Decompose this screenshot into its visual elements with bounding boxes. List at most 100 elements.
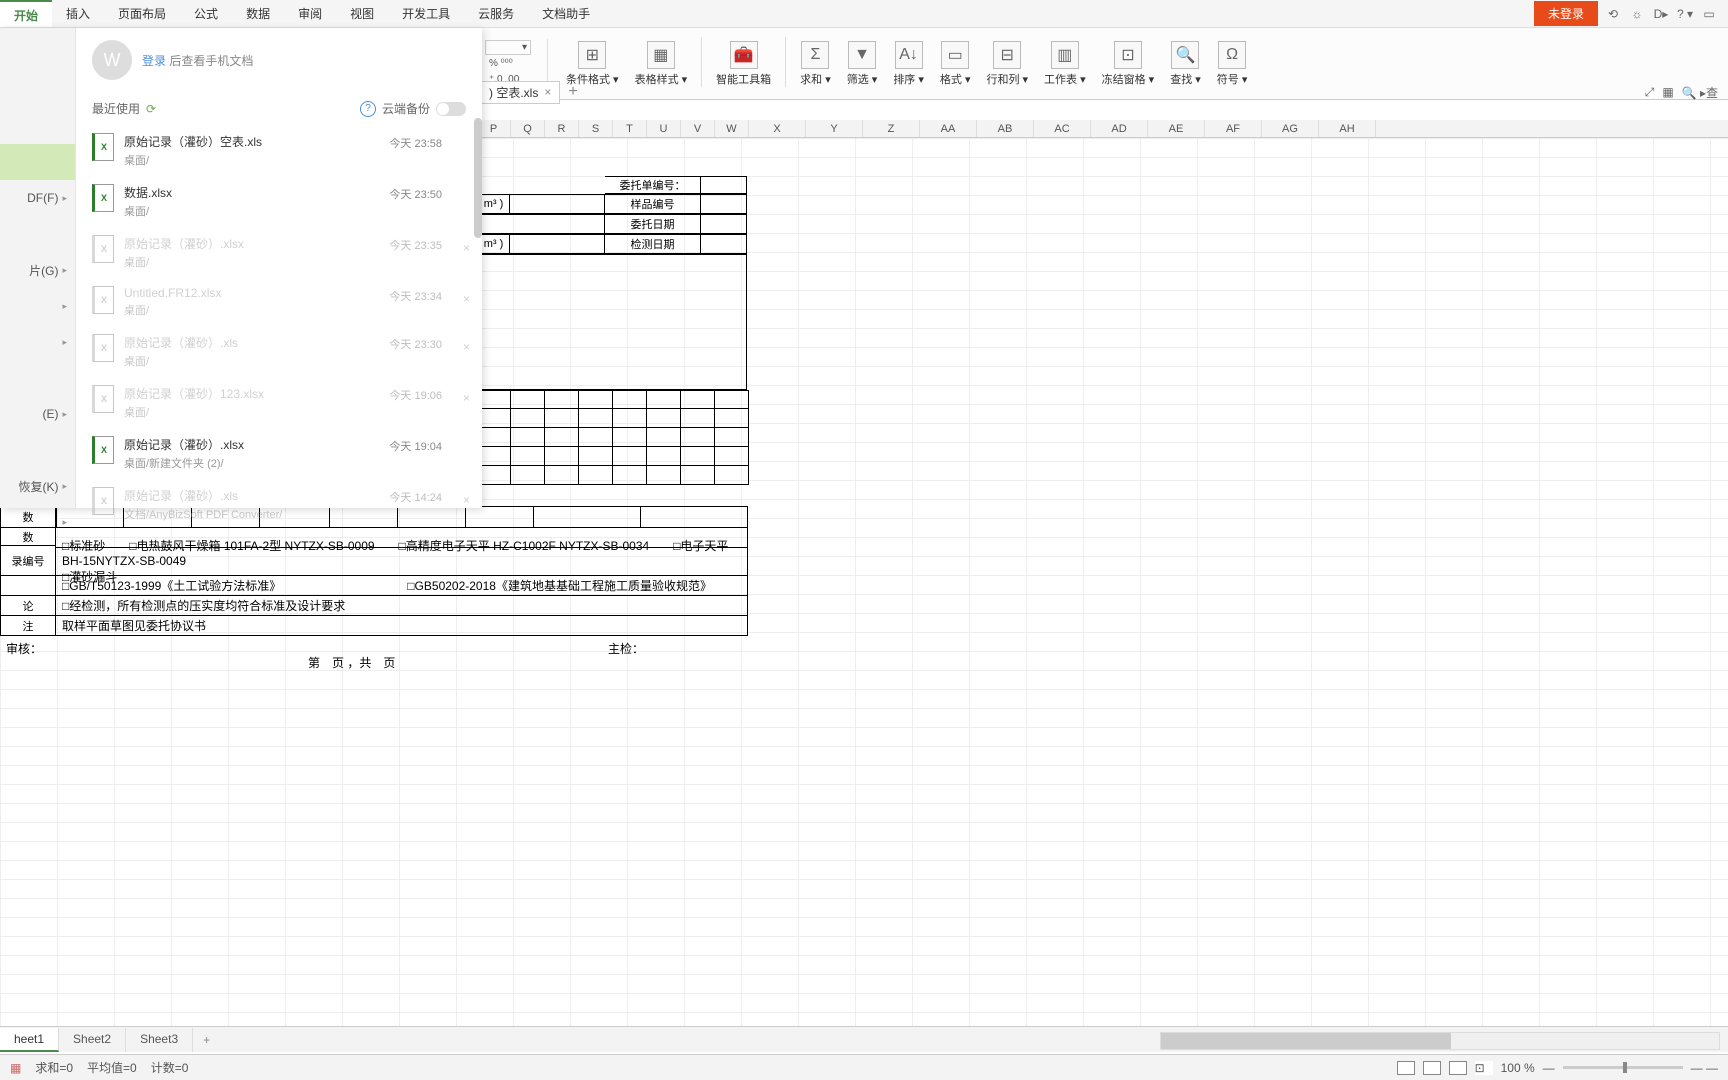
- menu-tab-8[interactable]: 云服务: [464, 0, 528, 27]
- col-header-X[interactable]: X: [749, 120, 806, 137]
- ribbon-工作表 ▾[interactable]: ▥工作表 ▾: [1036, 37, 1094, 91]
- recent-file-7[interactable]: X原始记录（灌砂）.xls文档/AnyBizSoft PDF Converter…: [76, 479, 482, 525]
- file-sidebar-item-10[interactable]: (E)▸: [0, 396, 75, 432]
- order-no-value[interactable]: [701, 176, 747, 194]
- col-header-AE[interactable]: AE: [1148, 120, 1205, 137]
- recent-file-3[interactable]: XUntitled.FR12.xlsx桌面/今天 23:34×: [76, 278, 482, 326]
- data-cell-4-4[interactable]: [613, 466, 647, 485]
- menu-tab-7[interactable]: 开发工具: [388, 0, 464, 27]
- data-cell-0-0[interactable]: [477, 390, 511, 409]
- remove-recent-icon[interactable]: ×: [463, 241, 470, 255]
- data-cell-2-7[interactable]: [715, 428, 749, 447]
- col-header-T[interactable]: T: [613, 120, 647, 137]
- data-cell-2-5[interactable]: [647, 428, 681, 447]
- seg-cell-7[interactable]: [534, 506, 641, 528]
- col-header-AD[interactable]: AD: [1091, 120, 1148, 137]
- ribbon-智能工具箱[interactable]: 🧰智能工具箱: [708, 37, 779, 91]
- data-cell-1-2[interactable]: [545, 409, 579, 428]
- col-header-R[interactable]: R: [545, 120, 579, 137]
- data-cell-1-7[interactable]: [715, 409, 749, 428]
- hscroll-thumb[interactable]: [1161, 1033, 1451, 1049]
- menu-tab-4[interactable]: 数据: [232, 0, 284, 27]
- c3[interactable]: [510, 234, 605, 254]
- menu-tab-1[interactable]: 插入: [52, 0, 104, 27]
- data-cell-3-3[interactable]: [579, 447, 613, 466]
- col-header-AF[interactable]: AF: [1205, 120, 1262, 137]
- sample-no-value[interactable]: [701, 194, 747, 214]
- data-cell-0-2[interactable]: [545, 390, 579, 409]
- panel-scrollbar-thumb[interactable]: [474, 118, 482, 238]
- collapse-icon[interactable]: ▭: [1700, 5, 1718, 23]
- file-sidebar-item-8[interactable]: ▸: [0, 324, 75, 360]
- col-header-Q[interactable]: Q: [511, 120, 545, 137]
- data-cell-0-1[interactable]: [511, 390, 545, 409]
- login-link[interactable]: 登录: [142, 54, 166, 68]
- ribbon-冻结窗格 ▾[interactable]: ⊡冻结窗格 ▾: [1094, 37, 1163, 91]
- data-cell-3-7[interactable]: [715, 447, 749, 466]
- col-header-AB[interactable]: AB: [977, 120, 1034, 137]
- test-date-value[interactable]: [701, 234, 747, 254]
- data-cell-1-0[interactable]: [477, 409, 511, 428]
- ribbon-筛选 ▾[interactable]: ▼筛选 ▾: [839, 37, 886, 91]
- ribbon-格式 ▾[interactable]: ▭格式 ▾: [932, 37, 979, 91]
- menu-tab-5[interactable]: 审阅: [284, 0, 336, 27]
- login-button[interactable]: 未登录: [1534, 1, 1598, 26]
- sheet-tab-Sheet2[interactable]: Sheet2: [59, 1028, 126, 1052]
- zoom-slider[interactable]: [1563, 1066, 1683, 1069]
- data-cell-0-7[interactable]: [715, 390, 749, 409]
- data-cell-1-4[interactable]: [613, 409, 647, 428]
- data-cell-4-5[interactable]: [647, 466, 681, 485]
- menu-tab-3[interactable]: 公式: [180, 0, 232, 27]
- recent-file-6[interactable]: X原始记录（灌砂）.xlsx桌面/新建文件夹 (2)/今天 19:04: [76, 428, 482, 479]
- seg-cell-8[interactable]: [641, 506, 748, 528]
- horizontal-scrollbar[interactable]: [1160, 1032, 1720, 1050]
- data-cell-2-3[interactable]: [579, 428, 613, 447]
- file-sidebar-item-12[interactable]: 恢复(K)▸: [0, 468, 75, 504]
- col-header-Z[interactable]: Z: [863, 120, 920, 137]
- data-cell-1-5[interactable]: [647, 409, 681, 428]
- col-header-AA[interactable]: AA: [920, 120, 977, 137]
- user-avatar[interactable]: W: [92, 40, 132, 80]
- data-cell-3-5[interactable]: [647, 447, 681, 466]
- remove-recent-icon[interactable]: ×: [463, 292, 470, 306]
- c1[interactable]: [510, 194, 605, 214]
- recent-file-5[interactable]: X原始记录（灌砂）123.xlsx桌面/今天 19:06×: [76, 377, 482, 428]
- file-sidebar-item-9[interactable]: [0, 360, 75, 396]
- sheet-tab-Sheet3[interactable]: Sheet3: [126, 1028, 193, 1052]
- menu-tab-9[interactable]: 文档助手: [528, 0, 604, 27]
- data-cell-2-2[interactable]: [545, 428, 579, 447]
- data-cell-0-4[interactable]: [613, 390, 647, 409]
- percent-comma[interactable]: % ⁰⁰⁰: [485, 56, 531, 71]
- col-header-S[interactable]: S: [579, 120, 613, 137]
- data-cell-2-4[interactable]: [613, 428, 647, 447]
- col-header-AH[interactable]: AH: [1319, 120, 1376, 137]
- num-fmt-box[interactable]: ▾: [485, 40, 531, 55]
- data-cell-4-2[interactable]: [545, 466, 579, 485]
- menu-tab-0[interactable]: 开始: [0, 0, 52, 27]
- sun-icon[interactable]: ☼: [1628, 5, 1646, 23]
- ribbon-求和 ▾[interactable]: Σ求和 ▾: [792, 37, 839, 91]
- file-sidebar-item-2[interactable]: [0, 108, 75, 144]
- data-cell-3-2[interactable]: [545, 447, 579, 466]
- remove-recent-icon[interactable]: ×: [463, 340, 470, 354]
- data-cell-4-3[interactable]: [579, 466, 613, 485]
- file-sidebar-item-1[interactable]: [0, 72, 75, 108]
- menu-tab-6[interactable]: 视图: [336, 0, 388, 27]
- ribbon-查找 ▾[interactable]: 🔍查找 ▾: [1162, 37, 1209, 91]
- doctab-right-0[interactable]: ⤢: [1645, 85, 1655, 100]
- add-sheet-button[interactable]: +: [193, 1033, 220, 1047]
- doctab-right-2[interactable]: 🔍 ▸查: [1682, 84, 1718, 101]
- col-header-Y[interactable]: Y: [806, 120, 863, 137]
- file-sidebar-item-11[interactable]: [0, 432, 75, 468]
- file-sidebar-item-13[interactable]: ▸: [0, 504, 75, 540]
- remove-recent-icon[interactable]: ×: [463, 391, 470, 405]
- data-cell-2-1[interactable]: [511, 428, 545, 447]
- col-header-AG[interactable]: AG: [1262, 120, 1319, 137]
- view-reading-icon[interactable]: ⊡: [1475, 1061, 1493, 1075]
- menu-tab-2[interactable]: 页面布局: [104, 0, 180, 27]
- help-icon[interactable]: ? ▾: [1676, 5, 1694, 23]
- zoom-in-icon[interactable]: — —: [1691, 1061, 1718, 1075]
- document-tab[interactable]: ) 空表.xls ×: [480, 81, 560, 104]
- c2[interactable]: [477, 214, 605, 234]
- view-break-icon[interactable]: [1449, 1061, 1467, 1075]
